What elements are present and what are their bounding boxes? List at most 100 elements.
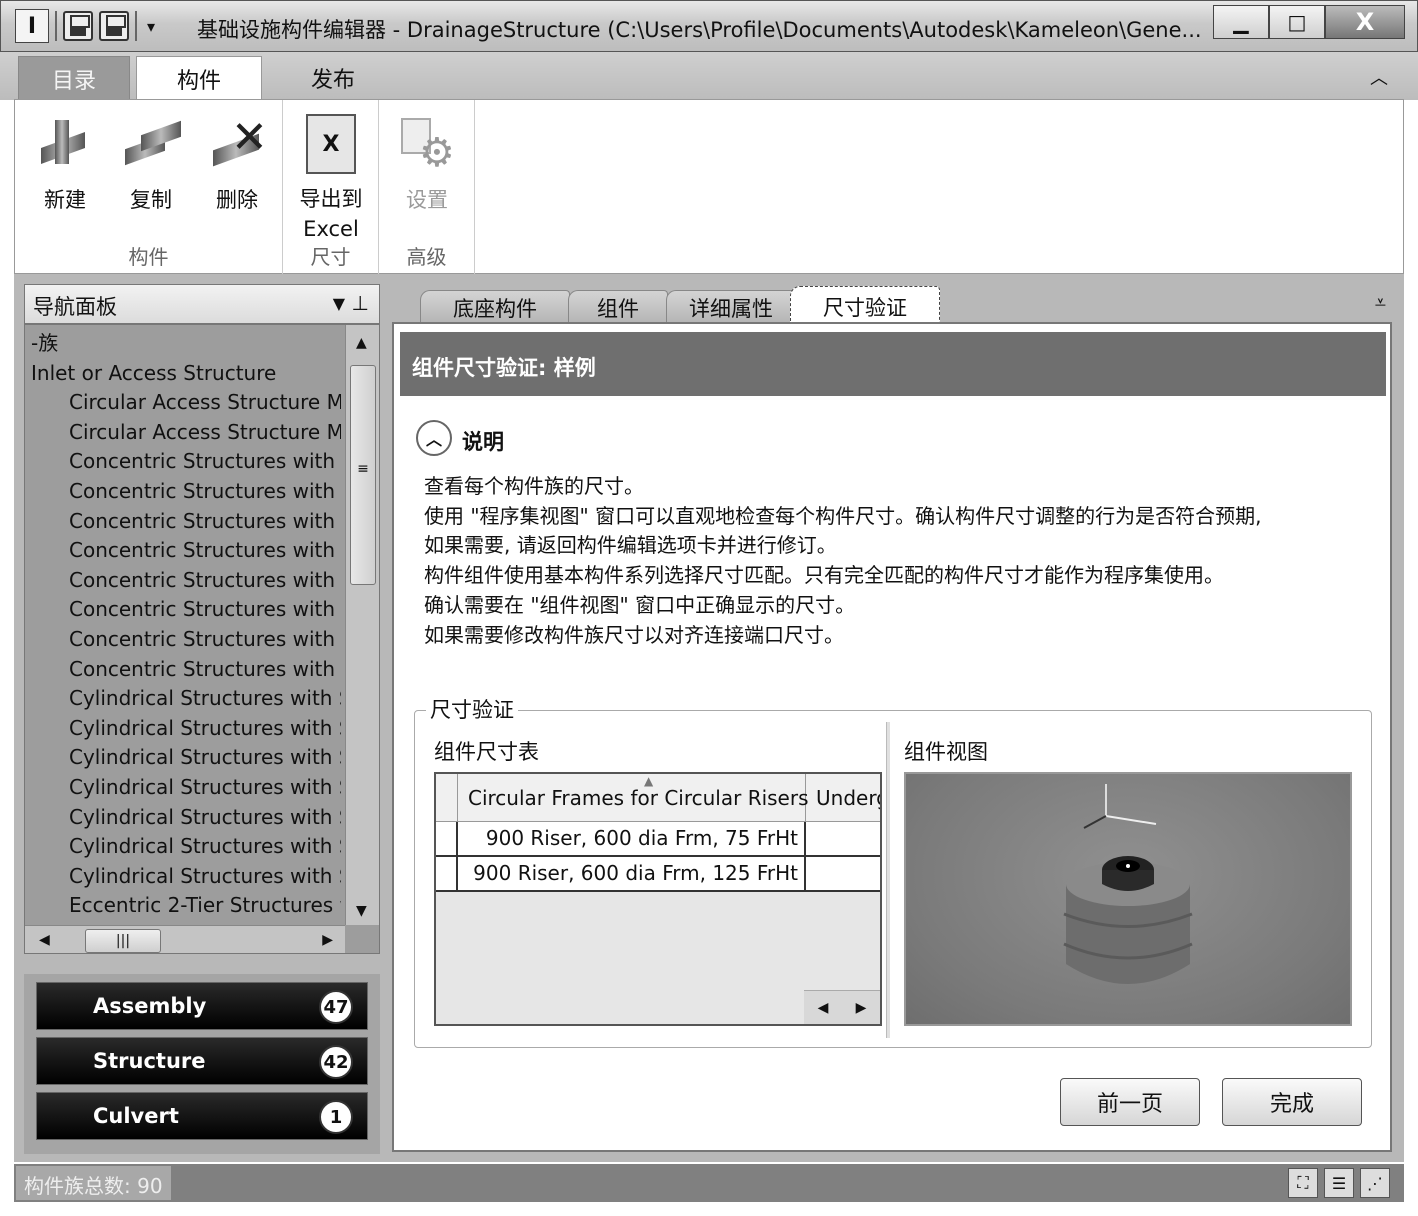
family-tree[interactable]: -族 Inlet or Access Structure Circular Ac…: [24, 324, 380, 954]
row-header[interactable]: [436, 822, 458, 855]
tree-family-item[interactable]: Cylindrical Structures with S: [25, 773, 341, 803]
title-bar: I ▾ 基础设施构件编辑器 - DrainageStructure (C:\Us…: [0, 0, 1418, 52]
copy-button[interactable]: 复制: [111, 110, 191, 214]
ribbon-group-label: 尺寸: [310, 245, 351, 269]
ribbon-group-component: 新建 复制 ✕ 删除 构件: [15, 100, 283, 274]
delete-button[interactable]: ✕ 删除: [197, 110, 277, 214]
finish-button[interactable]: 完成: [1222, 1078, 1362, 1126]
count-badge: 47: [319, 990, 353, 1024]
customize-toolbar-dropdown-icon[interactable]: ▾: [147, 17, 155, 36]
tree-root-item[interactable]: -族: [25, 329, 341, 359]
category-culvert[interactable]: Culvert 1: [36, 1092, 368, 1140]
export-to-excel-button[interactable]: X 导出到 Excel: [291, 110, 371, 244]
splitter[interactable]: [886, 722, 890, 1038]
collapse-ribbon-icon[interactable]: ︿: [1370, 64, 1388, 90]
tree-family-item[interactable]: Eccentric 2-Tier Structures w: [25, 891, 341, 919]
row-header[interactable]: [436, 857, 458, 890]
scroll-right-icon[interactable]: ▶: [322, 932, 333, 948]
tree-family-item[interactable]: Cylindrical Structures with S: [25, 862, 341, 892]
minimize-button[interactable]: ▁: [1213, 5, 1269, 39]
tree-vertical-scrollbar[interactable]: ▲ ≡ ▼: [345, 325, 379, 925]
assembly-view-label: 组件视图: [904, 740, 988, 764]
description-title: 说明: [462, 430, 504, 454]
table-row[interactable]: 900 Riser, 600 dia Frm, 75 FrHt: [436, 822, 880, 857]
structure-3d-model: [1063, 784, 1193, 984]
tab-publish[interactable]: 发布: [270, 56, 396, 100]
tab-component[interactable]: 构件: [136, 56, 262, 100]
category-assembly[interactable]: Assembly 47: [36, 982, 368, 1030]
tab-catalog[interactable]: 目录: [18, 56, 130, 100]
tree-list: -族 Inlet or Access Structure Circular Ac…: [25, 329, 341, 919]
tab-detail-properties[interactable]: 详细属性: [666, 290, 796, 324]
tab-assembly[interactable]: 组件: [568, 290, 668, 324]
category-label: Culvert: [93, 1104, 179, 1128]
description-text: 查看每个构件族的尺寸。 使用 "程序集视图" 窗口可以直观地检查每个构件尺寸。确…: [424, 472, 1384, 650]
tree-family-item[interactable]: Concentric Structures with C: [25, 507, 341, 537]
collapse-description-icon[interactable]: ︿: [416, 420, 452, 456]
scroll-left-icon[interactable]: ◀: [39, 932, 50, 948]
separator: [55, 11, 57, 41]
tree-group-item[interactable]: Inlet or Access Structure: [25, 359, 341, 389]
app-icon[interactable]: I: [15, 9, 49, 43]
tab-size-validation[interactable]: 尺寸验证: [790, 286, 940, 326]
scroll-left-icon[interactable]: ◀: [818, 1000, 829, 1016]
scroll-right-icon[interactable]: ▶: [856, 1000, 867, 1016]
tree-family-item[interactable]: Cylindrical Structures with S: [25, 743, 341, 773]
tree-family-item[interactable]: Concentric Structures with F: [25, 625, 341, 655]
tree-family-item[interactable]: Concentric Structures with C: [25, 447, 341, 477]
save-icon[interactable]: [63, 11, 93, 41]
column-header-label: Circular Frames for Circular Risers: [468, 786, 809, 810]
tree-family-item[interactable]: Circular Access Structure MH: [25, 418, 341, 448]
scroll-down-icon[interactable]: ▼: [356, 903, 367, 919]
column-header[interactable]: Undergr: [806, 774, 880, 822]
resize-grip-icon[interactable]: ⋰: [1360, 1168, 1390, 1198]
category-buttons: Assembly 47 Structure 42 Culvert 1: [24, 974, 380, 1154]
tree-family-item[interactable]: Concentric Structures with F: [25, 566, 341, 596]
validation-legend: 尺寸验证: [426, 694, 518, 724]
tree-family-item[interactable]: Cylindrical Structures with S: [25, 684, 341, 714]
tree-family-item[interactable]: Concentric Structures with C: [25, 477, 341, 507]
size-table[interactable]: ▲ Circular Frames for Circular Risers Un…: [434, 772, 882, 1026]
size-validation-panel: 组件尺寸验证: 样例 ︿ 说明 查看每个构件族的尺寸。 使用 "程序集视图" 窗…: [392, 322, 1392, 1152]
ribbon-group-size: X 导出到 Excel 尺寸: [283, 100, 379, 274]
tree-family-item[interactable]: Cylindrical Structures with S: [25, 803, 341, 833]
export-button-label: 导出到 Excel: [299, 187, 363, 241]
table-row[interactable]: 900 Riser, 600 dia Frm, 125 FrHt: [436, 857, 880, 892]
category-structure[interactable]: Structure 42: [36, 1037, 368, 1085]
quick-access-toolbar: I ▾: [15, 9, 155, 43]
close-button[interactable]: X: [1325, 5, 1405, 39]
fit-view-icon[interactable]: ⛶: [1288, 1168, 1318, 1198]
table-cell[interactable]: 900 Riser, 600 dia Frm, 75 FrHt: [458, 822, 806, 855]
previous-page-button[interactable]: 前一页: [1060, 1078, 1200, 1126]
tree-family-item[interactable]: Concentric Structures with F: [25, 655, 341, 685]
tree-family-item[interactable]: Cylindrical Structures with S: [25, 714, 341, 744]
assembly-3d-view[interactable]: [904, 772, 1352, 1026]
new-button[interactable]: 新建: [25, 110, 105, 214]
column-header[interactable]: ▲ Circular Frames for Circular Risers: [458, 774, 809, 822]
tree-family-item[interactable]: Concentric Structures with F: [25, 595, 341, 625]
description-line: 如果需要修改构件族尺寸以对齐连接端口尺寸。: [424, 622, 844, 647]
tab-list-dropdown-icon[interactable]: ⩡: [1375, 290, 1386, 314]
tree-family-item[interactable]: Circular Access Structure MH: [25, 388, 341, 418]
tree-family-item[interactable]: Cylindrical Structures with S: [25, 832, 341, 862]
maximize-button[interactable]: □: [1269, 5, 1325, 39]
ribbon-group-label: 构件: [128, 245, 169, 269]
row-header-corner: [436, 774, 458, 822]
table-cell[interactable]: 900 Riser, 600 dia Frm, 125 FrHt: [458, 857, 806, 890]
tree-horizontal-scrollbar[interactable]: ◀ ||| ▶: [25, 925, 345, 953]
description-line: 使用 "程序集视图" 窗口可以直观地检查每个构件尺寸。确认构件尺寸调整的行为是否…: [424, 503, 1262, 528]
tab-base-component[interactable]: 底座构件: [420, 290, 570, 324]
scroll-thumb[interactable]: ≡: [350, 365, 376, 585]
list-view-icon[interactable]: ☰: [1324, 1168, 1354, 1198]
settings-button[interactable]: ⚙ 设置: [387, 110, 467, 214]
scroll-up-icon[interactable]: ▲: [356, 335, 367, 351]
save-as-icon[interactable]: [99, 11, 129, 41]
tree-family-item[interactable]: Concentric Structures with C: [25, 536, 341, 566]
description-line: 确认需要在 "组件视图" 窗口中正确显示的尺寸。: [424, 592, 856, 617]
description-line: 如果需要, 请返回构件编辑选项卡并进行修订。: [424, 533, 837, 558]
table-horizontal-scroll[interactable]: ◀ ▶: [804, 990, 880, 1024]
pin-icon[interactable]: ⊥: [352, 291, 369, 315]
scroll-thumb[interactable]: |||: [85, 929, 161, 953]
delete-button-label: 删除: [216, 188, 258, 212]
navigator-dropdown-icon[interactable]: ▼: [333, 294, 345, 313]
